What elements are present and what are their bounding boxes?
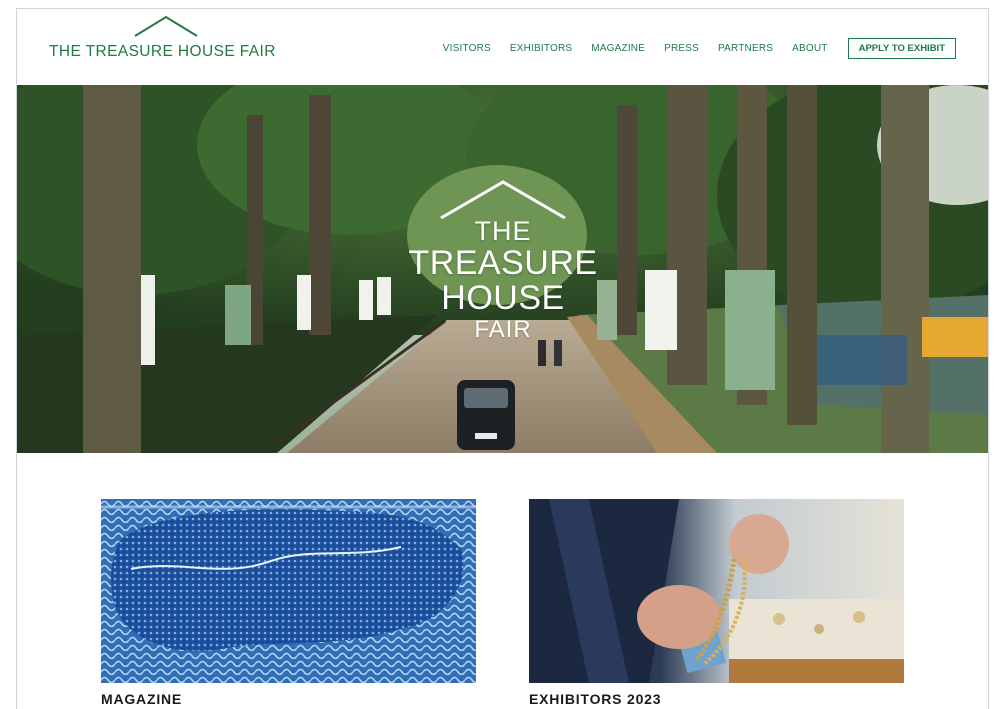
blue-map-artwork-image: [101, 499, 476, 683]
hero-logo: THE TREASURE HOUSE FAIR: [397, 178, 609, 358]
hero-logo-line-1: THE: [474, 216, 532, 246]
logo-text: THE TREASURE HOUSE FAIR: [49, 43, 276, 60]
nav-press[interactable]: PRESS: [664, 43, 699, 54]
exhibitors-card[interactable]: EXHIBITORS 2023: [529, 499, 904, 707]
nav-partners[interactable]: PARTNERS: [718, 43, 773, 54]
exhibitors-card-image[interactable]: [529, 499, 904, 683]
apply-to-exhibit-button[interactable]: APPLY TO EXHIBIT: [847, 38, 956, 59]
hero-logo-line-3: HOUSE: [441, 279, 565, 317]
magazine-card-image[interactable]: [101, 499, 476, 683]
nav-visitors[interactable]: VISITORS: [443, 43, 491, 54]
hero-logo-line-4: FAIR: [474, 316, 532, 343]
site-header: THE TREASURE HOUSE FAIR VISITORS EXHIBIT…: [17, 9, 988, 85]
hero-logo-line-2: TREASURE: [408, 244, 598, 282]
roof-logo-icon: [134, 15, 198, 37]
site-logo[interactable]: THE TREASURE HOUSE FAIR: [49, 15, 285, 67]
magazine-card[interactable]: MAGAZINE: [101, 499, 476, 707]
nav-about[interactable]: ABOUT: [792, 43, 827, 54]
gold-chain-hands-image: [529, 499, 904, 683]
magazine-card-title[interactable]: MAGAZINE: [101, 691, 476, 707]
page-frame: THE TREASURE HOUSE FAIR VISITORS EXHIBIT…: [16, 8, 989, 709]
exhibitors-card-title[interactable]: EXHIBITORS 2023: [529, 691, 904, 707]
main-nav: VISITORS EXHIBITORS MAGAZINE PRESS PARTN…: [424, 38, 956, 59]
nav-magazine[interactable]: MAGAZINE: [591, 43, 645, 54]
nav-exhibitors[interactable]: EXHIBITORS: [510, 43, 572, 54]
hero-banner: THE TREASURE HOUSE FAIR: [17, 85, 988, 453]
